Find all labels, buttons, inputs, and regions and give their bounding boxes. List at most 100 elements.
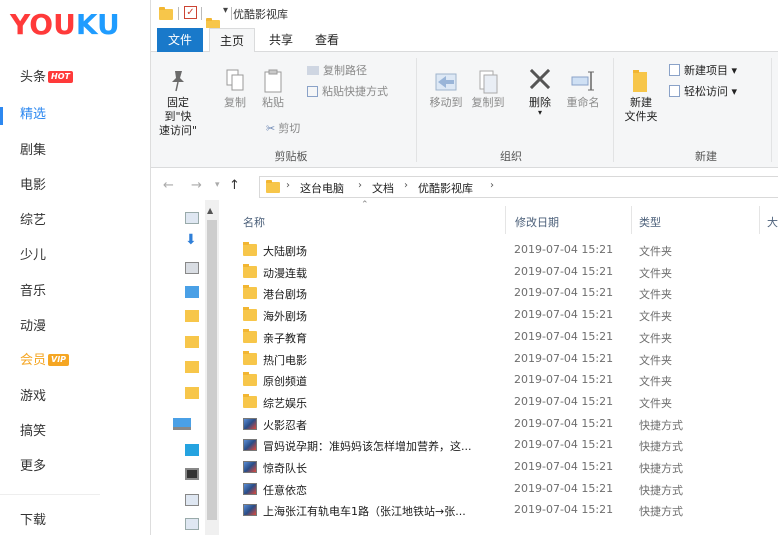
cut-button[interactable]: ✂ 剪切	[266, 122, 300, 136]
paste-button[interactable]: 粘贴	[259, 68, 287, 110]
desktop-icon[interactable]	[185, 262, 199, 274]
copy-button[interactable]: 复制	[221, 68, 249, 110]
file-row[interactable]: 惊奇队长 2019-07-04 15:21 快捷方式	[239, 457, 778, 478]
youku-logo[interactable]: YOUKU	[10, 8, 120, 41]
nav-item-music[interactable]: 音乐	[0, 276, 150, 308]
clipboard-group-label: 剪贴板	[274, 150, 308, 163]
recent-locations-button[interactable]: ▾	[215, 180, 220, 190]
file-type: 文件夹	[639, 375, 672, 389]
file-type: 文件夹	[639, 245, 672, 258]
copy-to-icon	[479, 70, 498, 94]
folder-icon[interactable]	[185, 310, 199, 322]
file-date: 2019-07-04 15:21	[514, 308, 614, 322]
file-date: 2019-07-04 15:21	[514, 286, 614, 300]
easy-access-icon	[669, 85, 680, 97]
tab-file[interactable]: 文件	[157, 28, 203, 52]
nav-item-kids[interactable]: 少儿	[0, 240, 150, 272]
nav-item-variety[interactable]: 综艺	[0, 205, 150, 237]
column-header-size[interactable]: 大	[767, 214, 778, 230]
nav-item-games[interactable]: 游戏	[0, 381, 150, 413]
nav-item-movies[interactable]: 电影	[0, 170, 150, 202]
file-name: 动漫连载	[263, 266, 307, 280]
new-folder-icon	[633, 70, 647, 92]
nav-item-anime[interactable]: 动漫	[0, 311, 150, 343]
nav-item-headlines[interactable]: 头条 HOT	[0, 62, 150, 94]
paste-shortcut-button[interactable]: 粘贴快捷方式	[307, 85, 388, 99]
move-to-icon	[435, 73, 457, 91]
file-type: 文件夹	[639, 288, 672, 302]
file-row[interactable]: 动漫连载 2019-07-04 15:21 文件夹	[239, 262, 778, 283]
delete-button[interactable]: 删除 ▾	[525, 66, 555, 117]
folder-icon[interactable]	[185, 336, 199, 348]
ribbon: 固定到"快 速访问" 复制 粘贴 复制路径 粘贴快捷方式 ✂ 剪切 剪贴板 移动…	[151, 52, 778, 168]
file-row[interactable]: 冒妈说孕期：准妈妈该怎样增加营养，这... 2019-07-04 15:21 快捷方…	[239, 435, 778, 456]
this-pc-icon[interactable]	[173, 418, 191, 430]
column-header-name[interactable]: 名称	[243, 214, 265, 230]
tab-view[interactable]: 查看	[305, 28, 349, 52]
shortcut-icon	[243, 482, 257, 495]
file-row[interactable]: 火影忍者 2019-07-04 15:21 快捷方式	[239, 414, 778, 435]
easy-access-button[interactable]: 轻松访问 ▾	[669, 85, 737, 99]
file-date: 2019-07-04 15:21	[514, 351, 614, 365]
nav-scroll-up-icon[interactable]: ▲	[207, 206, 213, 215]
copy-path-button[interactable]: 复制路径	[307, 64, 367, 78]
breadcrumb-documents[interactable]: 文档	[372, 180, 394, 196]
forward-button[interactable]: →	[191, 178, 202, 193]
file-date: 2019-07-04 15:21	[514, 416, 614, 430]
new-folder-button[interactable]: 新建 文件夹	[621, 66, 661, 124]
nav-item-download[interactable]: 下载	[0, 505, 150, 535]
file-row[interactable]: 海外剧场 2019-07-04 15:21 文件夹	[239, 305, 778, 326]
file-explorer-window: ✓ ▾ 优酷影视库 文件 主页 共享 查看 固定到"快 速访问" 复制 粘贴 复…	[150, 0, 778, 535]
download-arrow-icon[interactable]: ⬇	[185, 233, 199, 247]
new-item-button[interactable]: 新建项目 ▾	[669, 64, 737, 78]
file-row[interactable]: 任意依恋 2019-07-04 15:21 快捷方式	[239, 479, 778, 500]
nav-item-more[interactable]: 更多	[0, 451, 150, 483]
file-row[interactable]: 综艺娱乐 2019-07-04 15:21 文件夹	[239, 392, 778, 413]
copy-icon	[226, 69, 244, 91]
rename-button[interactable]: 重命名	[563, 68, 603, 110]
document-icon[interactable]	[185, 212, 199, 224]
file-name: 上海张江有轨电车1路（张江地铁站→张...	[263, 505, 466, 519]
move-to-button[interactable]: 移动到	[427, 68, 465, 110]
3d-objects-icon[interactable]	[185, 444, 199, 456]
documents-icon[interactable]	[185, 518, 199, 530]
file-date: 2019-07-04 15:21	[514, 503, 614, 517]
back-button[interactable]: ←	[163, 178, 174, 193]
column-header-date[interactable]: 修改日期	[515, 214, 559, 230]
file-row[interactable]: 上海张江有轨电车1路（张江地铁站→张... 2019-07-04 15:21 快捷方…	[239, 500, 778, 521]
monitor-icon[interactable]	[185, 286, 199, 298]
paste-shortcut-icon	[307, 86, 318, 97]
breadcrumb-youku-library[interactable]: 优酷影视库	[418, 180, 473, 196]
tab-home[interactable]: 主页	[209, 28, 255, 53]
folder-icon[interactable]	[185, 361, 199, 373]
pin-quick-access-button[interactable]: 固定到"快 速访问"	[155, 68, 201, 138]
file-row[interactable]: 港台剧场 2019-07-04 15:21 文件夹	[239, 283, 778, 304]
file-row[interactable]: 大陆剧场 2019-07-04 15:21 文件夹	[239, 240, 778, 261]
customize-toolbar-icon[interactable]: ▾	[223, 5, 228, 16]
copy-to-button[interactable]: 复制到	[469, 68, 507, 110]
up-button[interactable]: ↑	[229, 178, 240, 193]
file-date: 2019-07-04 15:21	[514, 373, 614, 387]
breadcrumb-this-pc[interactable]: 这台电脑	[300, 180, 344, 196]
file-row[interactable]: 热门电影 2019-07-04 15:21 文件夹	[239, 349, 778, 370]
file-name: 港台剧场	[263, 288, 307, 302]
nav-item-vip[interactable]: 会员 VIP	[0, 345, 150, 377]
nav-item-series[interactable]: 剧集	[0, 135, 150, 167]
column-header-type[interactable]: 类型	[639, 214, 661, 230]
videos-icon[interactable]	[185, 468, 199, 480]
properties-icon[interactable]: ✓	[184, 6, 197, 19]
rename-icon	[571, 71, 594, 91]
nav-item-funny[interactable]: 搞笑	[0, 416, 150, 448]
pictures-icon[interactable]	[185, 494, 199, 506]
nav-item-featured[interactable]: 精选	[0, 99, 150, 131]
address-bar[interactable]: › 这台电脑 › 文档 › 优酷影视库 ›	[259, 176, 778, 198]
vip-badge: VIP	[48, 354, 70, 366]
file-name: 大陆剧场	[263, 245, 307, 258]
file-row[interactable]: 亲子教育 2019-07-04 15:21 文件夹	[239, 327, 778, 348]
folder-icon	[243, 372, 257, 387]
folder-icon[interactable]	[185, 387, 199, 399]
file-name: 亲子教育	[263, 331, 307, 345]
file-row[interactable]: 原创频道 2019-07-04 15:21 文件夹	[239, 370, 778, 391]
tab-share[interactable]: 共享	[259, 28, 303, 52]
nav-scrollbar-thumb[interactable]	[207, 220, 217, 520]
